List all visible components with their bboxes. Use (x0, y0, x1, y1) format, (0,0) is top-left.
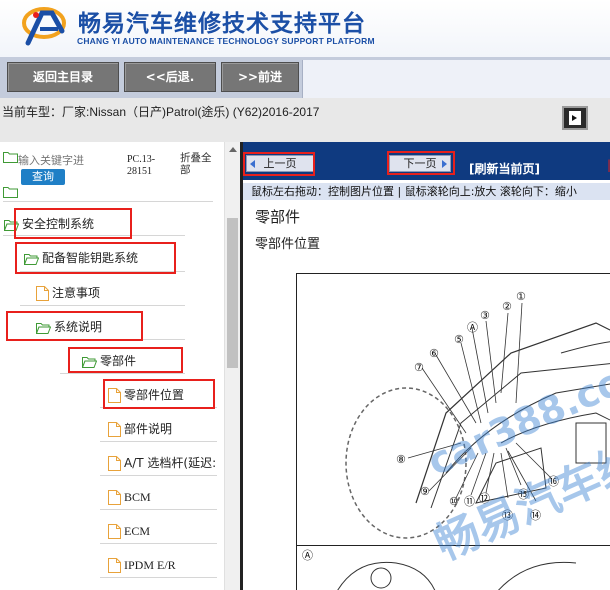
highlight-box (14, 208, 132, 239)
tree-item-ecm[interactable]: ECM (108, 520, 150, 542)
folder-icon (3, 186, 18, 198)
divider (100, 441, 217, 442)
callout-9: ⑨ (420, 485, 430, 498)
tree-item-label: 部件说明 (124, 422, 173, 436)
back-button[interactable]: <<后退. (124, 62, 216, 92)
tree-item-label: 注意事项 (52, 286, 101, 300)
current-vehicle: 当前车型：厂家:Nissan（日产)Patrol(途乐) (Y62)2016-2… (2, 103, 319, 120)
document-code: PC.13- 28151 (127, 154, 156, 177)
search-area: 查询 PC.13- 28151 折叠全 部 (0, 142, 224, 198)
callout-13: ⑬ (502, 509, 513, 522)
divider (100, 543, 217, 544)
app-subtitle: CHANG YI AUTO MAINTENANCE TECHNOLOGY SUP… (77, 36, 375, 46)
document-title: 零部件 (255, 208, 301, 226)
scrollbar-thumb[interactable] (227, 218, 238, 368)
app-title: 畅易汽车维修技术支持平台 (78, 11, 366, 37)
highlight-box (387, 151, 455, 175)
logo-icon (22, 7, 66, 46)
divider (60, 373, 185, 374)
viewer-nav-bar: 上一页 下一页 [刷新当前页] | (243, 142, 610, 180)
callout-7: ⑦ (414, 361, 424, 374)
divider (20, 305, 185, 306)
tree-item-bcm[interactable]: BCM (108, 486, 151, 508)
tree-scrollbar[interactable] (224, 142, 240, 590)
tree-item-label: IPDM E/R (124, 558, 176, 572)
callout-6: ⑥ (429, 347, 439, 360)
app-header: 畅易汽车维修技术支持平台 CHANG YI AUTO MAINTENANCE T… (0, 0, 610, 57)
toolbar-empty-area (302, 60, 610, 98)
document-icon (108, 558, 121, 573)
tree-item-component-description[interactable]: 部件说明 (108, 418, 172, 440)
vehicle-bar: 当前车型：厂家:Nissan（日产)Patrol(途乐) (Y62)2016-2… (0, 98, 610, 142)
callout-16: ⑯ (548, 475, 559, 488)
tree-item-ipdm[interactable]: IPDM E/R (108, 554, 176, 576)
callout-8: ⑧ (396, 453, 406, 466)
panel-toggle-button[interactable] (562, 106, 588, 130)
callout-3: ③ (480, 309, 490, 322)
usage-hint: 鼠标左右拖动：控制图片位置 | 鼠标滚轮向上:放大 滚轮向下：缩小 (243, 183, 610, 200)
highlight-box (103, 379, 215, 409)
search-button[interactable]: 查询 (21, 169, 65, 185)
document-subtitle: 零部件位置 (255, 237, 321, 252)
document-icon (108, 524, 121, 539)
callout-12: ⑫ (479, 492, 490, 505)
vehicle-label: 当前车型： (2, 105, 63, 119)
tree-item-precautions[interactable]: 注意事项 (36, 282, 100, 304)
back-to-main-button[interactable]: 返回主目录 (7, 62, 119, 92)
divider (100, 509, 217, 510)
divider (3, 201, 213, 202)
callout-a: Ⓐ (467, 321, 478, 334)
document-icon (36, 286, 49, 301)
document-icon (108, 456, 121, 471)
callout-2: ② (502, 300, 512, 313)
collapse-all-link[interactable]: 折叠全 部 (180, 152, 212, 176)
tree-item-label: BCM (124, 490, 151, 504)
component-location-diagram[interactable]: ① ② ③ Ⓐ ⑤ ⑥ ⑦ ⑧ ⑨ ⑩ ⑪ ⑫ ⑬ ⑭ ⑮ ⑯ Ⓐ (296, 273, 610, 590)
tree-item-label: ECM (124, 524, 151, 538)
page-arrow-icon (569, 111, 581, 125)
tree-item-label: A/T 选档杆(延迟: (124, 456, 217, 470)
highlight-box (243, 152, 315, 176)
callout-15: ⑮ (518, 488, 529, 501)
catalog-tree-panel: 查询 PC.13- 28151 折叠全 部 安全控制系统 配备智能钥匙系统 注意… (0, 142, 240, 590)
callout-1: ① (516, 290, 526, 303)
scroll-up-icon[interactable] (229, 147, 237, 152)
toolbar: 返回主目录 <<后退. >>前进 (0, 57, 610, 98)
document-icon (108, 422, 121, 437)
callout-a-detail: Ⓐ (302, 549, 313, 562)
callout-5: ⑤ (454, 333, 464, 346)
highlight-box (15, 242, 176, 274)
callout-11: ⑪ (464, 495, 475, 508)
highlight-box (6, 311, 143, 341)
forward-button[interactable]: >>前进 (221, 62, 299, 92)
divider (100, 475, 217, 476)
vehicle-value: 厂家:Nissan（日产)Patrol(途乐) (Y62)2016-2017 (62, 105, 320, 119)
divider (100, 577, 217, 578)
folder-icon (3, 151, 18, 163)
document-viewer: 上一页 下一页 [刷新当前页] | 鼠标左右拖动：控制图片位置 | 鼠标滚轮向上… (240, 142, 610, 590)
tree-item-at-selector[interactable]: A/T 选档杆(延迟: (108, 452, 216, 474)
document-icon (108, 490, 121, 505)
callout-10: ⑩ (449, 495, 459, 508)
refresh-page-link[interactable]: [刷新当前页] (469, 160, 540, 177)
highlight-box (68, 347, 183, 373)
search-input[interactable] (18, 151, 110, 169)
callout-14: ⑭ (530, 509, 541, 522)
